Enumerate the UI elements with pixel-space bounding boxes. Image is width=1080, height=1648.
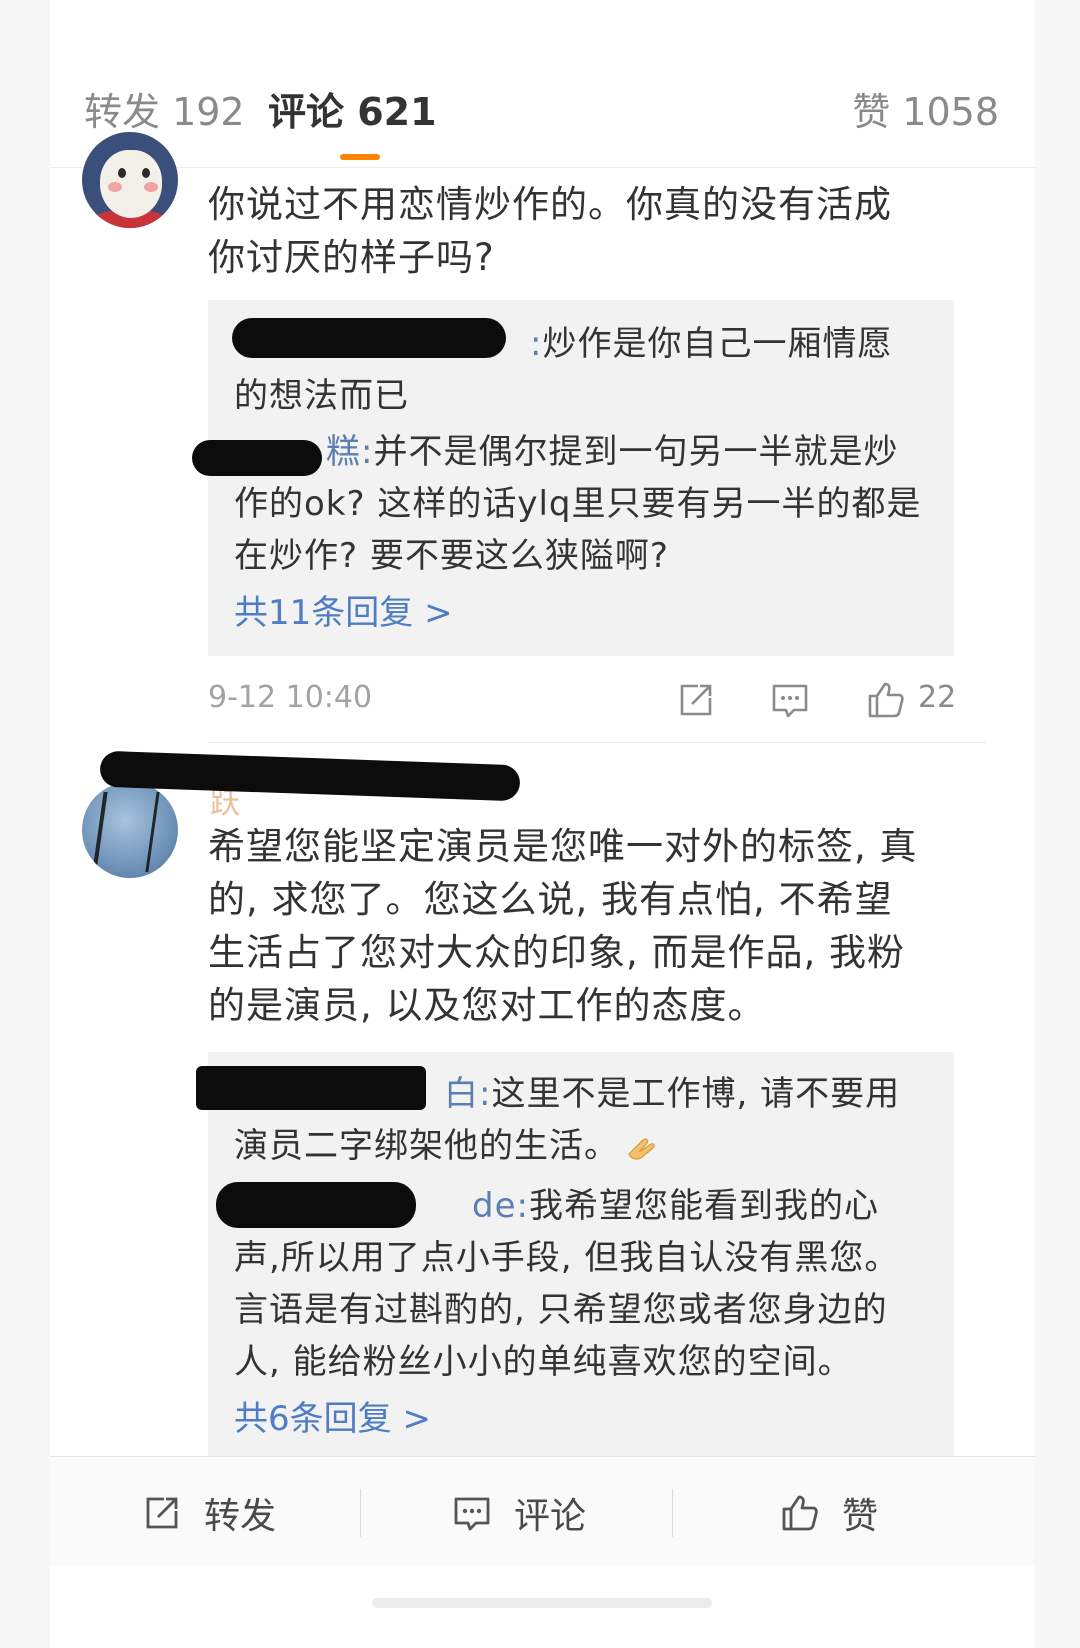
comment-meta: 9-12 10:40 22 — [208, 672, 957, 728]
like-button[interactable]: 赞 — [778, 1485, 878, 1541]
reply-text: 炒作是你自己一厢情愿的想法而已 — [234, 324, 893, 416]
comment-button[interactable]: 评论 — [450, 1485, 586, 1541]
divider — [208, 742, 986, 743]
clap-emoji-icon — [628, 1138, 655, 1160]
reply-username[interactable]: 白: — [444, 1074, 491, 1114]
reply-username[interactable]: : — [530, 324, 542, 364]
like-count: 22 — [918, 680, 957, 715]
reply-username[interactable]: 糕: — [326, 432, 373, 472]
like-label: 赞 — [842, 1496, 879, 1537]
comment-label: 评论 — [514, 1496, 587, 1537]
reply-text: 我希望您能看到我的心声,所以用了点小手段, 但我自认没有黑您。言语是有过斟酌的,… — [234, 1186, 900, 1382]
tab-repost[interactable]: 转发 192 — [84, 84, 245, 140]
tab-bar: 转发 192 评论 621 赞 1058 — [50, 0, 1035, 168]
tab-comments[interactable]: 评论 621 — [268, 84, 437, 140]
avatar[interactable] — [82, 132, 178, 228]
share-icon — [146, 1497, 178, 1529]
comment-icon[interactable] — [768, 678, 812, 722]
comment-icon — [454, 1497, 490, 1531]
comment-text: 你说过不用恋情炒作的。你真的没有活成你讨厌的样子吗? — [208, 183, 892, 279]
share-icon[interactable] — [674, 678, 718, 722]
comment-screen: 转发 192 评论 621 赞 1058 你说过不用恋情炒作的。你真的没有活成你… — [50, 0, 1035, 1648]
timestamp: 9-12 10:40 — [208, 680, 373, 715]
reply-username[interactable]: de: — [472, 1186, 529, 1226]
tab-likes[interactable]: 赞 1058 — [852, 84, 999, 140]
more-replies-link[interactable]: 共11条回复 > — [234, 588, 453, 638]
thumbs-up-icon[interactable] — [864, 678, 908, 722]
comment-text: 希望您能坚定演员是您唯一对外的标签, 真的, 求您了。您这么说, 我有点怕, 不… — [208, 825, 918, 1027]
home-indicator — [372, 1598, 712, 1608]
repost-button[interactable]: 转发 — [140, 1485, 276, 1541]
reply-text: 这里不是工作博, 请不要用演员二字绑架他的生活。 — [234, 1074, 901, 1166]
reply-item: 糕:并不是偶尔提到一句另一半就是炒作的ok? 这样的话ylq里只要有另一半的都是… — [234, 426, 924, 582]
divider — [360, 1489, 361, 1537]
reply-box[interactable]: 白:这里不是工作博, 请不要用演员二字绑架他的生活。 de:我希望您能看到我的心… — [196, 1052, 954, 1462]
reply-box[interactable]: :炒作是你自己一厢情愿的想法而已 糕:并不是偶尔提到一句另一半就是炒作的ok? … — [192, 300, 954, 656]
thumbs-up-icon — [782, 1495, 818, 1531]
reply-item: :炒作是你自己一厢情愿的想法而已 — [234, 318, 924, 422]
reply-item: de:我希望您能看到我的心声,所以用了点小手段, 但我自认没有黑您。言语是有过斟… — [234, 1180, 924, 1388]
censored-username — [99, 750, 521, 802]
active-tab-indicator — [340, 154, 380, 160]
divider — [672, 1489, 673, 1537]
more-replies-link[interactable]: 共6条回复 > — [234, 1394, 431, 1444]
repost-label: 转发 — [204, 1496, 277, 1537]
reply-item: 白:这里不是工作博, 请不要用演员二字绑架他的生活。 — [234, 1068, 924, 1172]
avatar[interactable] — [82, 782, 178, 878]
bottom-action-bar: 转发 评论 赞 — [50, 1456, 1035, 1566]
